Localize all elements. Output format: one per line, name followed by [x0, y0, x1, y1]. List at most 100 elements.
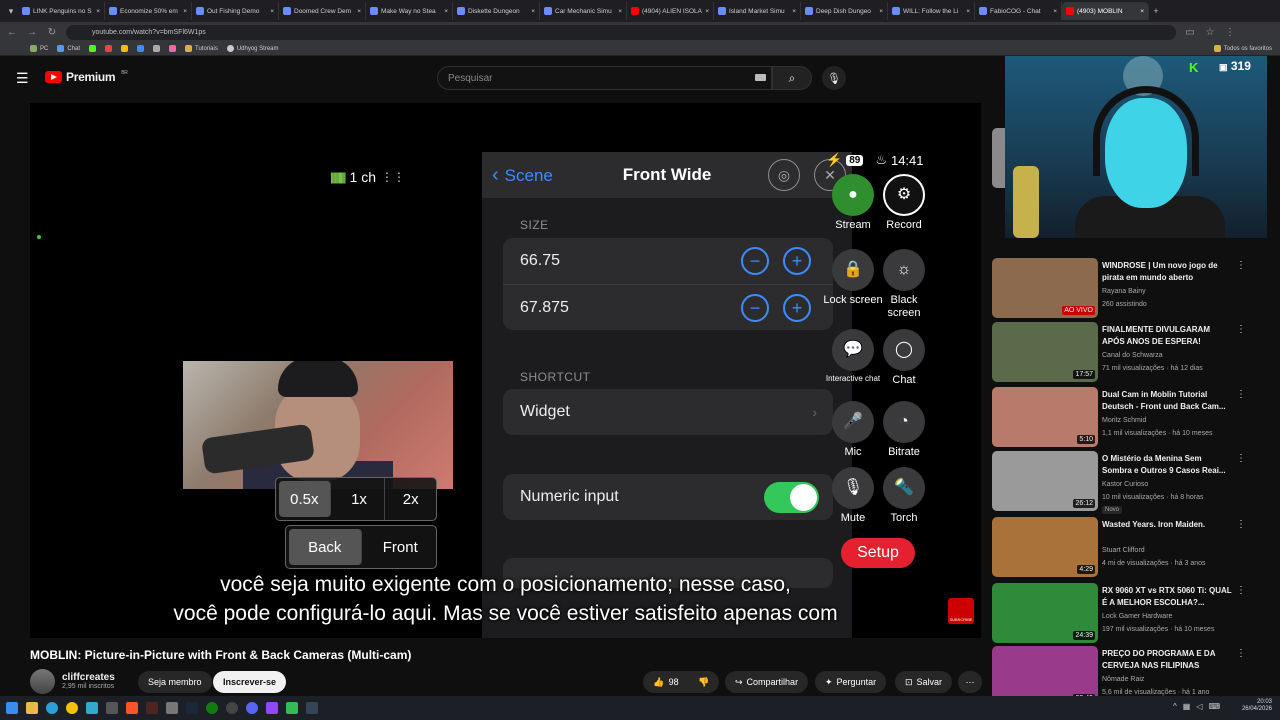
hamburger-menu-icon[interactable]: ☰ — [16, 70, 29, 87]
tab-close-icon[interactable]: × — [618, 8, 622, 15]
channel-name[interactable]: cliffcreates — [62, 672, 115, 683]
app-icon[interactable] — [106, 702, 118, 714]
new-tab-icon[interactable]: + — [1149, 4, 1163, 18]
browser-tab[interactable]: Doomed Crew Dem × — [279, 2, 366, 20]
browser-tab[interactable]: Out Fishing Demo × — [192, 2, 279, 20]
more-options-icon[interactable]: ⋮ — [1236, 519, 1246, 530]
share-button[interactable]: ↪ Compartilhar — [725, 671, 809, 693]
hide-eye-icon[interactable]: ◎ — [768, 159, 800, 191]
related-video-title[interactable]: Wasted Years. Iron Maiden. — [1102, 519, 1232, 531]
bookmark-udhyog[interactable]: Udhyog Stream — [226, 45, 279, 52]
url-field[interactable]: youtube.com/watch?v=bmSFl6W1ps — [66, 24, 1176, 40]
brave-icon[interactable] — [126, 702, 138, 714]
subscribe-button[interactable]: Inscrever-se — [213, 671, 287, 693]
numeric-input-toggle[interactable] — [764, 482, 819, 513]
bookmark-chat[interactable]: Chat — [57, 45, 80, 52]
subscribe-watermark[interactable]: SUBSCRIBE — [948, 598, 974, 624]
chat-control[interactable]: ◯ Chat — [874, 329, 934, 387]
browser-tab[interactable]: WILL: Follow the Li × — [888, 2, 975, 20]
tab-close-icon[interactable]: × — [531, 8, 535, 15]
file-explorer-icon[interactable] — [26, 702, 38, 714]
related-video-channel[interactable]: Lock Gamer Hardware — [1102, 613, 1172, 620]
related-video-title[interactable]: Dual Cam in Moblin Tutorial Deutsch - Fr… — [1102, 389, 1232, 412]
video-thumbnail[interactable]: 24:39 — [992, 583, 1098, 643]
zoom-option-1x[interactable]: 1x — [334, 478, 386, 520]
bookmark-icon[interactable] — [121, 45, 129, 52]
tab-close-icon[interactable]: × — [1053, 8, 1057, 15]
tab-close-icon[interactable]: × — [879, 8, 883, 15]
channel-avatar[interactable] — [30, 669, 55, 694]
widget-row[interactable]: Widget › — [503, 389, 833, 435]
related-video-channel[interactable]: Nômade Raiz — [1102, 676, 1144, 683]
related-video-item[interactable]: 26:12 O Mistério da Menina Sem Sombra e O… — [992, 451, 1280, 515]
chevron-up-icon[interactable]: ^ — [1173, 702, 1177, 711]
tab-close-icon[interactable]: × — [96, 8, 100, 15]
more-options-icon[interactable]: ⋮ — [1236, 389, 1246, 400]
search-input[interactable]: Pesquisar — [437, 66, 772, 90]
decrement-icon[interactable]: − — [741, 294, 769, 322]
related-video-title[interactable]: FINALMENTE DIVULGARAM APÓS ANOS DE ESPER… — [1102, 324, 1232, 347]
camera-option-back[interactable]: Back — [289, 529, 362, 565]
tab-close-icon[interactable]: × — [792, 8, 796, 15]
app-icon[interactable] — [166, 702, 178, 714]
steam-icon[interactable] — [186, 702, 198, 714]
camera-option-front[interactable]: Front — [365, 526, 437, 568]
browser-tab[interactable]: Diskette Dungeon × — [453, 2, 540, 20]
related-video-item[interactable]: 5:10 Dual Cam in Moblin Tutorial Deutsch … — [992, 387, 1280, 451]
extensions-icon[interactable]: ⋮ — [1224, 27, 1236, 38]
related-video-channel[interactable]: Stuart Clifford — [1102, 547, 1145, 554]
bookmark-pc[interactable]: PC — [30, 45, 48, 52]
bookmark-icon[interactable] — [105, 45, 113, 52]
related-video-title[interactable]: RX 9060 XT vs RTX 5060 Ti: QUAL É A MELH… — [1102, 585, 1232, 608]
tab-close-icon[interactable]: × — [444, 8, 448, 15]
clock[interactable]: 20:03 26/04/2026 — [1242, 699, 1272, 713]
forward-icon[interactable]: → — [26, 27, 38, 38]
torch-control[interactable]: 🔦 Torch — [874, 467, 934, 525]
video-thumbnail[interactable]: 5:10 — [992, 387, 1098, 447]
chrome-icon[interactable] — [66, 702, 78, 714]
related-video-item[interactable]: 24:39 RX 9060 XT vs RTX 5060 Ti: QUAL É A… — [992, 583, 1280, 647]
black-screen-control[interactable]: ☼ Black screen — [874, 249, 934, 320]
more-options-icon[interactable]: ⋮ — [1236, 648, 1246, 659]
browser-tab[interactable]: Make Way no Stea × — [366, 2, 453, 20]
bookmark-icon[interactable] — [89, 45, 97, 52]
setup-button[interactable]: Setup — [841, 538, 915, 568]
tab-close-icon[interactable]: × — [183, 8, 187, 15]
voice-search-mic-icon[interactable]: 🎙 — [822, 66, 846, 90]
app-icon[interactable] — [86, 702, 98, 714]
search-button[interactable]: ⌕ — [772, 66, 812, 90]
increment-icon[interactable]: + — [783, 294, 811, 322]
discord-icon[interactable] — [246, 702, 258, 714]
related-video-channel[interactable]: Kastor Curioso — [1102, 481, 1148, 488]
tab-close-icon[interactable]: × — [705, 8, 709, 15]
related-video-channel[interactable]: Rayana Bainy — [1102, 288, 1146, 295]
app-icon[interactable] — [306, 702, 318, 714]
video-thumbnail[interactable]: 17:57 — [992, 322, 1098, 382]
volume-icon[interactable]: ◁ — [1196, 702, 1202, 711]
bookmark-all[interactable]: Todos os favoritos — [1213, 45, 1272, 52]
related-video-channel[interactable]: Canal do Schwarza — [1102, 352, 1163, 359]
more-options-icon[interactable]: ⋮ — [1236, 585, 1246, 596]
record-control[interactable]: ⚙ Record — [874, 174, 934, 232]
more-options-icon[interactable]: ⋮ — [1236, 453, 1246, 464]
bookmark-icon[interactable] — [137, 45, 145, 52]
cast-icon[interactable]: ▭ — [1184, 27, 1196, 38]
related-video-item[interactable]: 17:57 FINALMENTE DIVULGARAM APÓS ANOS DE … — [992, 322, 1280, 386]
tab-close-icon[interactable]: × — [270, 8, 274, 15]
app-icon[interactable] — [286, 702, 298, 714]
browser-tab[interactable]: LINK Penguins no S × — [18, 2, 105, 20]
related-video-title[interactable]: O Mistério da Menina Sem Sombra e Outros… — [1102, 453, 1232, 476]
app-icon[interactable] — [266, 702, 278, 714]
more-actions-button[interactable]: ⋯ — [958, 671, 982, 693]
related-video-item[interactable]: AO VIVO WINDROSE | Um novo jogo de pirata… — [992, 258, 1280, 322]
app-icon[interactable] — [146, 702, 158, 714]
decrement-icon[interactable]: − — [741, 247, 769, 275]
bookmark-icon[interactable] — [169, 45, 177, 52]
browser-tab[interactable]: Deep Dish Dungeo × — [801, 2, 888, 20]
back-icon[interactable]: ← — [6, 27, 18, 38]
zoom-option-2x[interactable]: 2x — [385, 478, 436, 520]
start-icon[interactable] — [6, 702, 18, 714]
edge-icon[interactable] — [46, 702, 58, 714]
reload-icon[interactable]: ↻ — [46, 27, 58, 38]
dislike-button[interactable]: 👎 — [689, 671, 719, 693]
